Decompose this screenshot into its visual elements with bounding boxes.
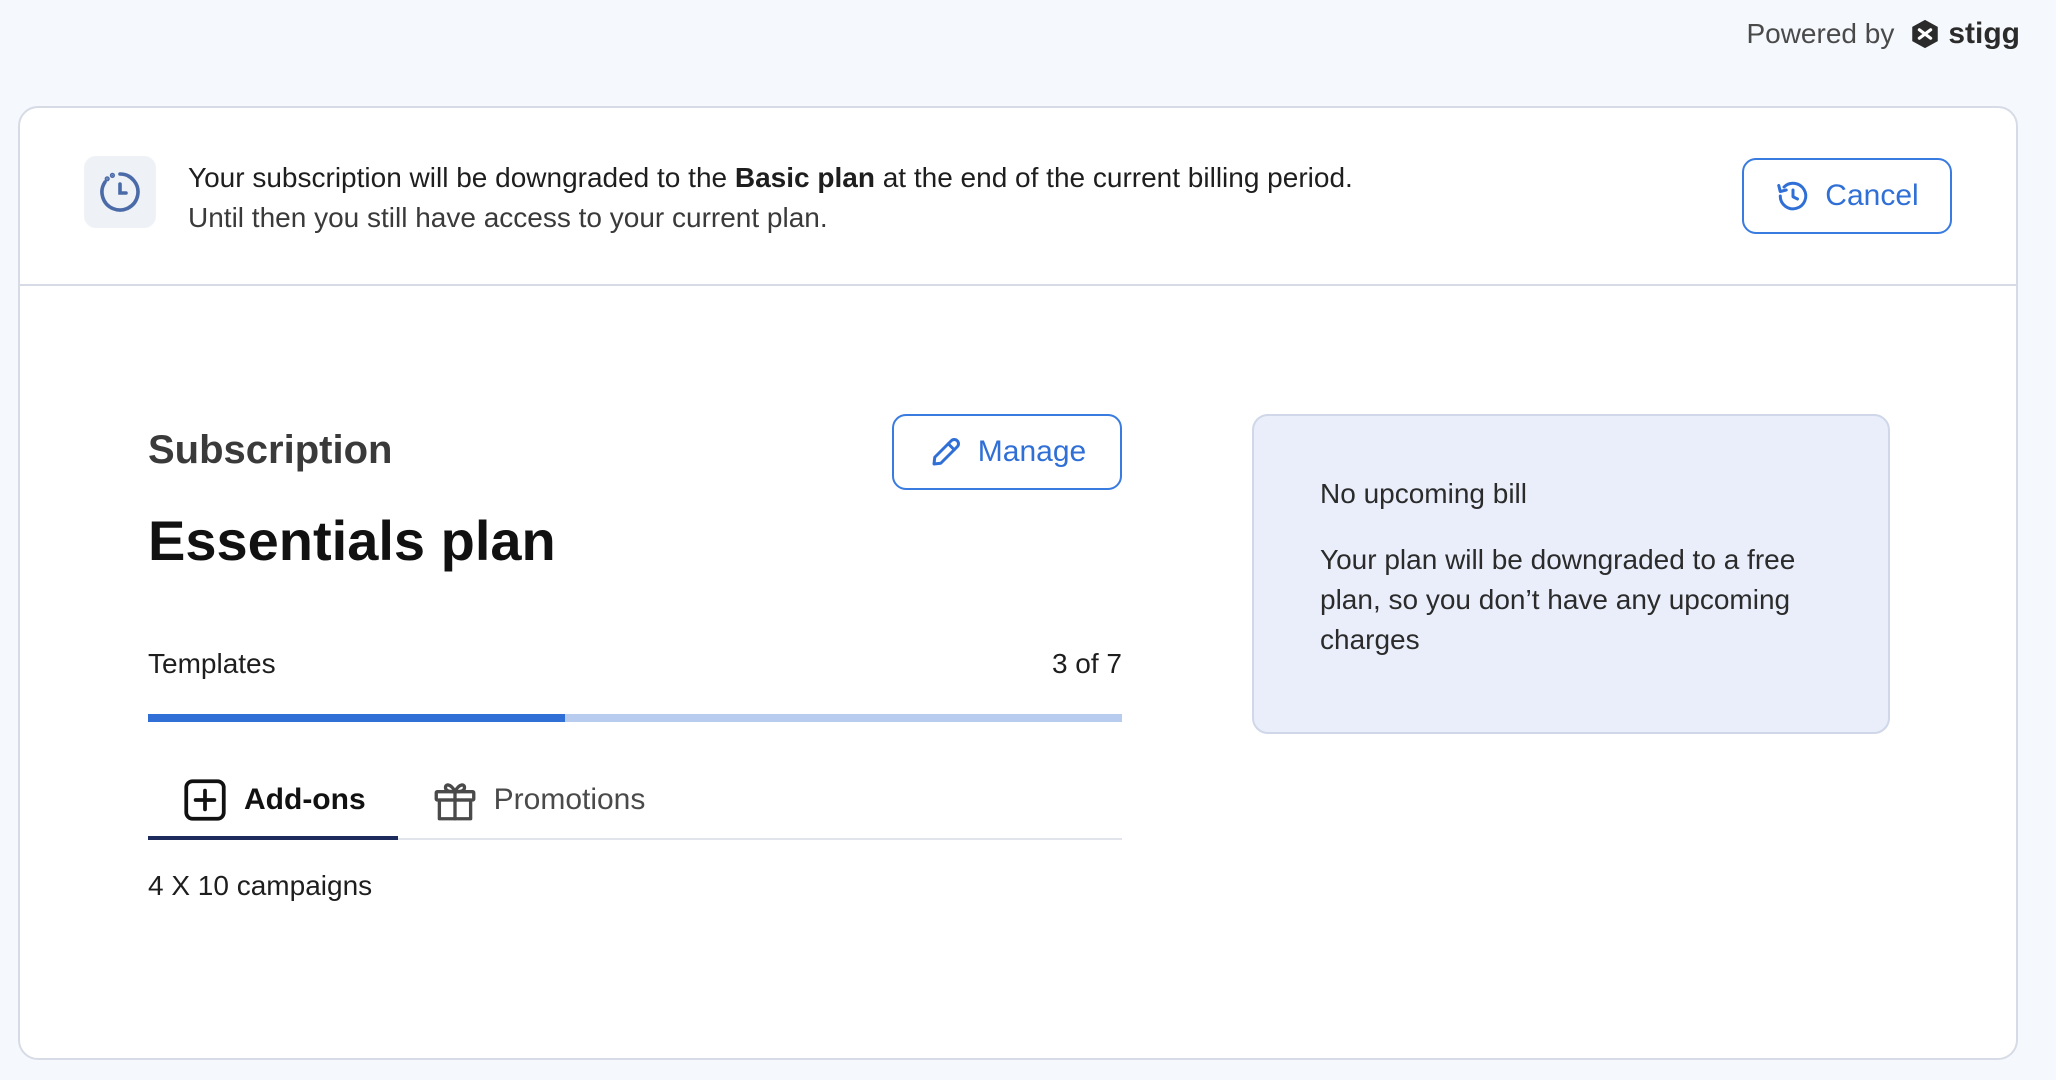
- addon-item: 4 X 10 campaigns: [148, 870, 373, 901]
- tab-promotions[interactable]: Promotions: [398, 762, 678, 838]
- upcoming-bill-title: No upcoming bill: [1320, 478, 1527, 509]
- usage-feature-name: Templates: [148, 648, 276, 679]
- tab-add-ons[interactable]: Add-ons: [148, 762, 398, 840]
- cancel-label: Cancel: [1825, 179, 1919, 212]
- downgrade-message-line1: Your subscription will be downgraded to …: [188, 158, 1353, 198]
- history-icon: [1777, 181, 1808, 211]
- cancel-downgrade-button[interactable]: Cancel: [1742, 158, 1952, 234]
- downgrade-target-plan: Basic plan: [734, 162, 875, 193]
- stigg-logo[interactable]: stigg: [1908, 17, 2020, 51]
- tabs-bar: Add-ons Promotions: [148, 762, 1122, 840]
- upcoming-bill-panel: No upcoming bill Your plan will be downg…: [1252, 414, 1890, 734]
- powered-by-label: Powered by: [1746, 18, 1895, 49]
- usage-progress-bar: [148, 714, 1122, 722]
- stigg-logo-icon: [1912, 19, 1939, 49]
- clock-icon-box: [84, 156, 156, 228]
- manage-label: Manage: [977, 435, 1087, 468]
- upcoming-bill-description: Your plan will be downgraded to a free p…: [1320, 544, 1796, 655]
- subscription-heading: Subscription: [148, 428, 393, 472]
- usage-progress-fill: [148, 714, 566, 722]
- tab-promotions-label: Promotions: [493, 783, 646, 816]
- downgrade-message-suffix: at the end of the current billing period…: [874, 162, 1353, 193]
- plan-name: Essentials plan: [148, 509, 556, 572]
- stigg-brand-text: stigg: [1948, 17, 2020, 50]
- manage-button[interactable]: Manage: [892, 414, 1122, 490]
- powered-by: Powered by stigg: [1746, 14, 2020, 54]
- tab-add-ons-label: Add-ons: [244, 783, 366, 816]
- downgrade-message: Your subscription will be downgraded to …: [188, 158, 1353, 238]
- downgrade-message-line2: Until then you still have access to your…: [188, 202, 828, 233]
- downgrade-banner: Your subscription will be downgraded to …: [20, 108, 2016, 286]
- pencil-icon: [932, 438, 960, 466]
- subscription-card: Your subscription will be downgraded to …: [18, 106, 2018, 1060]
- usage-count: 3 of 7: [1051, 648, 1122, 679]
- gift-icon: [434, 783, 476, 821]
- plus-square-icon: [184, 779, 226, 821]
- downgrade-message-prefix: Your subscription will be downgraded to …: [188, 162, 735, 193]
- clock-icon: [100, 172, 140, 212]
- usage-row: Templates 3 of 7: [148, 648, 1122, 680]
